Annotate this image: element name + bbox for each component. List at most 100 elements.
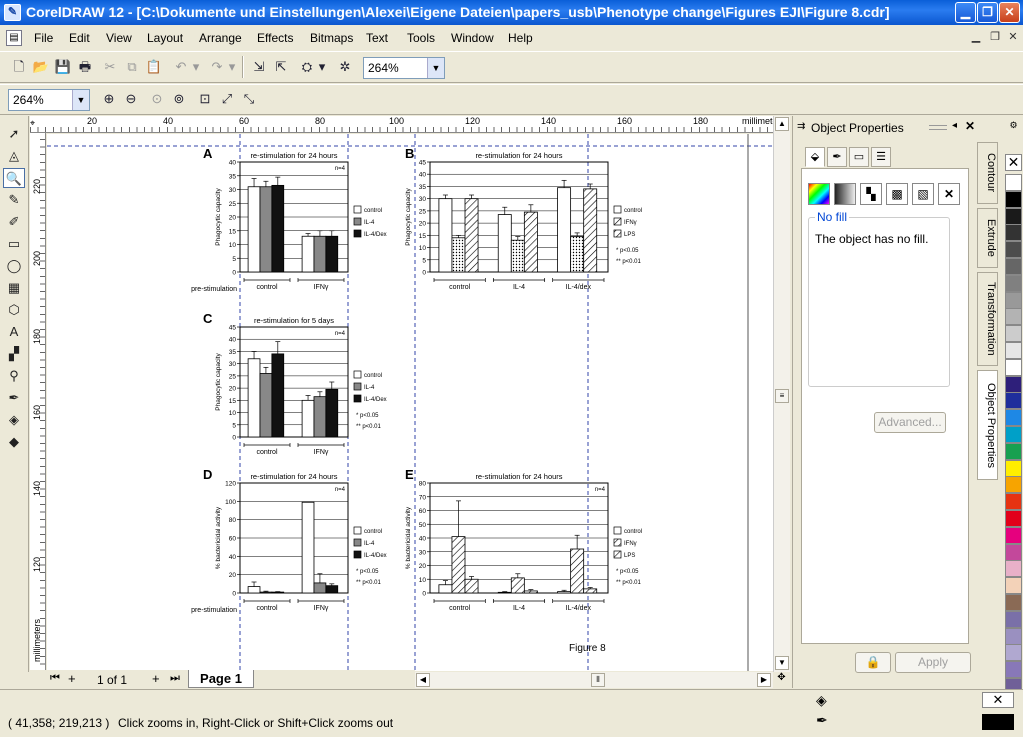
no-color-swatch-icon[interactable]: ✕ [1005, 154, 1022, 171]
menu-effects[interactable]: Effects [257, 31, 293, 45]
color-swatch[interactable] [1005, 459, 1022, 477]
pattern-fill-icon[interactable]: ▚ [860, 183, 882, 205]
new-document-icon[interactable]: 🗋 [8, 56, 30, 78]
color-swatch[interactable] [1005, 241, 1022, 259]
document-icon[interactable]: ▤ [6, 30, 22, 46]
interactive-blend-tool-icon[interactable]: ▞ [3, 344, 25, 364]
fill-status-icon[interactable]: ◈ [816, 692, 827, 709]
color-swatch[interactable] [1005, 207, 1022, 225]
menu-tools[interactable]: Tools [407, 31, 435, 45]
color-swatch[interactable] [1005, 258, 1022, 275]
tab-transformation[interactable]: Transformation [977, 272, 998, 366]
ellipse-tool-icon[interactable]: ◯ [3, 256, 25, 276]
smart-fill-tool-icon[interactable]: ✐ [3, 212, 25, 232]
outline-tab-icon[interactable]: ✒ [827, 147, 847, 167]
outline-status-icon[interactable]: ✒ [816, 712, 828, 729]
scroll-down-icon[interactable]: ▼ [775, 656, 789, 670]
freehand-tool-icon[interactable]: ✎ [3, 190, 25, 210]
docker-close-icon[interactable]: ✕ [965, 119, 975, 133]
menu-arrange[interactable]: Arrange [199, 31, 242, 45]
color-swatch[interactable] [1005, 560, 1022, 578]
zoom-to-selected-icon[interactable]: ⊙ [146, 88, 168, 110]
palette-menu-icon[interactable]: ⚙ [1005, 120, 1022, 134]
color-swatch[interactable] [1005, 627, 1022, 645]
import-icon[interactable]: ⇲ [248, 56, 270, 78]
general-tab-icon[interactable]: ▭ [849, 147, 869, 167]
paste-icon[interactable]: 📋 [143, 56, 165, 78]
eyedropper-tool-icon[interactable]: ⚲ [3, 366, 25, 386]
graph-paper-tool-icon[interactable]: ▦ [3, 278, 25, 298]
apply-button[interactable]: Apply [895, 652, 971, 673]
application-launcher-icon[interactable]: ⛭ [296, 56, 318, 78]
color-swatch[interactable] [1005, 325, 1022, 343]
color-swatch[interactable] [1005, 510, 1022, 527]
rectangle-tool-icon[interactable]: ▭ [3, 234, 25, 254]
menu-window[interactable]: Window [451, 31, 494, 45]
color-swatch[interactable] [1005, 577, 1022, 595]
docker-grip[interactable] [929, 125, 947, 130]
color-swatch[interactable] [1005, 392, 1022, 410]
tab-extrude[interactable]: Extrude [977, 208, 998, 268]
doc-minimize-button[interactable]: ▁ [968, 30, 984, 45]
navigator-icon[interactable]: ✥ [773, 672, 790, 688]
export-icon[interactable]: ⇱ [270, 56, 292, 78]
summary-tab-icon[interactable]: ☰ [871, 147, 891, 167]
save-icon[interactable]: 💾 [52, 56, 74, 78]
color-swatch[interactable] [1005, 493, 1022, 511]
outline-tool-icon[interactable]: ✒ [3, 388, 25, 408]
color-swatch[interactable] [1005, 426, 1022, 443]
tab-contour[interactable]: Contour [977, 142, 998, 204]
color-swatch[interactable] [1005, 291, 1022, 309]
menu-bitmaps[interactable]: Bitmaps [310, 31, 353, 45]
postscript-fill-icon[interactable]: ▧ [912, 183, 934, 205]
fountain-fill-icon[interactable] [834, 183, 856, 205]
color-swatch[interactable] [1005, 274, 1022, 292]
horizontal-scrollbar[interactable]: ◀ ⦀ ▶ [415, 672, 773, 688]
lock-button[interactable]: 🔒 [855, 652, 891, 673]
last-page-icon[interactable]: ⏭ [170, 672, 180, 685]
shape-tool-icon[interactable]: ◬ [3, 146, 25, 166]
redo-dropdown-icon[interactable]: ▾ [226, 56, 238, 78]
chevron-down-icon[interactable]: ▼ [427, 58, 444, 78]
page-tab-1[interactable]: Page 1 [188, 670, 254, 688]
scroll-up-icon[interactable]: ▲ [775, 117, 789, 131]
docker-arrows-icon[interactable]: ⇉ [797, 121, 805, 132]
cut-icon[interactable]: ✂ [99, 56, 121, 78]
chevron-down-icon[interactable]: ▼ [72, 90, 89, 110]
close-button[interactable]: ✕ [999, 2, 1020, 23]
property-zoom-select[interactable]: 264% ▼ [8, 89, 90, 111]
docker-collapse-icon[interactable]: ◂ [952, 120, 957, 131]
launcher-dropdown-icon[interactable]: ▾ [316, 56, 328, 78]
color-swatch[interactable] [1005, 409, 1022, 427]
corel-online-icon[interactable]: ✲ [334, 56, 356, 78]
doc-restore-button[interactable]: ❐ [987, 30, 1003, 45]
fill-tab-icon[interactable]: ⬙ [805, 147, 825, 167]
texture-fill-icon[interactable]: ▩ [886, 183, 908, 205]
color-swatch[interactable] [1005, 661, 1022, 679]
color-swatch[interactable] [1005, 174, 1022, 191]
scroll-left-icon[interactable]: ◀ [416, 673, 430, 687]
no-fill-icon[interactable]: ✕ [938, 183, 960, 205]
vertical-ruler[interactable]: 220 200 180 160 140 120 millimeters [30, 133, 46, 672]
zoom-to-page-width-icon[interactable]: ⤢ [216, 88, 238, 110]
color-swatch[interactable] [1005, 224, 1022, 242]
menu-edit[interactable]: Edit [69, 31, 90, 45]
advanced-button[interactable]: Advanced... [874, 412, 946, 433]
minimize-button[interactable]: ▁ [955, 2, 976, 23]
menu-view[interactable]: View [106, 31, 132, 45]
color-swatch[interactable] [1005, 526, 1022, 544]
zoom-to-all-objects-icon[interactable]: ⊚ [168, 88, 190, 110]
print-icon[interactable]: 🖶 [74, 56, 96, 78]
menu-layout[interactable]: Layout [147, 31, 183, 45]
doc-close-button[interactable]: ✕ [1005, 30, 1021, 45]
color-swatch[interactable] [1005, 375, 1022, 393]
first-page-icon[interactable]: ⏮ [50, 672, 60, 685]
zoom-in-icon[interactable]: ⊕ [98, 88, 120, 110]
interactive-fill-tool-icon[interactable]: ◆ [3, 432, 25, 452]
add-page-after-icon[interactable]: + [152, 671, 160, 686]
uniform-fill-icon[interactable] [808, 183, 830, 205]
zoom-level-select[interactable]: 264% ▼ [363, 57, 445, 79]
undo-dropdown-icon[interactable]: ▾ [190, 56, 202, 78]
vertical-scrollbar[interactable]: ▲ ≡ ▼ [773, 116, 790, 672]
open-icon[interactable]: 📂 [30, 56, 52, 78]
